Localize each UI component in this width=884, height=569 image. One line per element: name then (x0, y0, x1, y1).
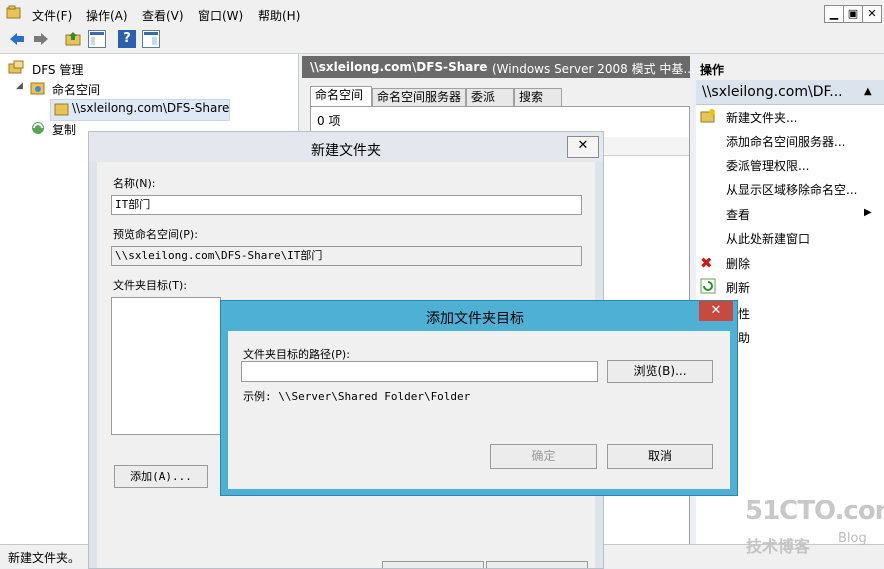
browse-button[interactable]: 浏览(B)... (607, 360, 713, 383)
name-input[interactable]: IT部门 (111, 195, 582, 215)
new-folder-title: 新建文件夹 (311, 143, 381, 159)
collapse-arrow-icon[interactable]: ◢ (16, 81, 23, 91)
action-properties[interactable]: 性 (738, 305, 750, 322)
action-view[interactable]: 查看 (726, 206, 750, 223)
name-label: 名称(N): (113, 177, 156, 190)
action-remove-namespace[interactable]: 从显示区域移除命名空... (726, 181, 857, 198)
show-hide-tree-icon[interactable] (88, 30, 106, 48)
action-help[interactable]: 助 (738, 329, 750, 346)
watermark-blog: Blog (838, 531, 867, 546)
toolbar: ? (0, 27, 884, 54)
minimize-button[interactable]: ▁ (824, 5, 844, 23)
item-count: 0 项 (317, 114, 341, 128)
new-folder-icon (700, 108, 716, 124)
actions-title: 操作 (700, 63, 725, 77)
menu-action[interactable]: 操作(A) (86, 7, 128, 24)
tree-item-namespace[interactable]: \\sxleilong.com\DFS-Share (72, 101, 229, 115)
up-folder-icon[interactable] (64, 30, 82, 48)
tree-item-dfs-management[interactable]: DFS 管理 (32, 61, 83, 78)
folder-targets-label: 文件夹目标(T): (113, 279, 188, 292)
close-button[interactable]: ✕ (862, 5, 882, 23)
replication-icon (30, 120, 46, 136)
action-refresh[interactable]: 刷新 (726, 279, 750, 296)
preview-field: \\sxleilong.com\DFS-Share\IT部门 (111, 246, 582, 266)
collapse-up-icon[interactable]: ▲ (864, 86, 872, 97)
middle-pane-header: \\sxleilong.com\DFS-Share (Windows Serve… (302, 56, 695, 78)
add-target-close-button[interactable]: ✕ (699, 301, 733, 321)
status-text: 新建文件夹。 (8, 551, 81, 565)
tab-search[interactable]: 搜索 (514, 88, 562, 107)
tab-namespace-servers[interactable]: 命名空间服务器 (372, 88, 466, 107)
target-path-input[interactable] (241, 361, 598, 382)
dfs-management-icon (8, 60, 24, 76)
add-target-button[interactable]: 添加(A)... (114, 465, 208, 488)
new-folder-close-button[interactable]: ✕ (567, 136, 599, 158)
folder-targets-list[interactable] (111, 297, 221, 435)
tree-item-replication[interactable]: 复制 (52, 121, 76, 138)
restore-button[interactable]: ▣ (843, 5, 863, 23)
middle-title: \\sxleilong.com\DFS-Share (310, 60, 488, 74)
forward-icon[interactable] (32, 30, 50, 48)
namespaces-icon (30, 80, 46, 96)
target-path-label: 文件夹目标的路径(P): (243, 348, 350, 361)
tree-item-namespaces[interactable]: 命名空间 (52, 81, 100, 98)
action-new-window[interactable]: 从此处新建窗口 (726, 230, 810, 247)
action-add-namespace-server[interactable]: 添加命名空间服务器... (726, 133, 845, 150)
help-icon[interactable]: ? (118, 30, 136, 48)
show-hide-action-pane-icon[interactable] (142, 30, 160, 48)
menu-bar: 文件(F) 操作(A) 查看(V) 窗口(W) 帮助(H) ▁ ▣ ✕ (0, 0, 884, 27)
add-target-title: 添加文件夹目标 (426, 311, 524, 327)
back-icon[interactable] (8, 30, 26, 48)
menu-view[interactable]: 查看(V) (142, 7, 184, 24)
tab-delegation[interactable]: 委派 (466, 88, 514, 107)
preview-label: 预览命名空间(P): (113, 228, 198, 241)
menu-file[interactable]: 文件(F) (32, 7, 72, 24)
tab-namespace[interactable]: 命名空间 (310, 86, 372, 107)
action-delegate-permissions[interactable]: 委派管理权限... (726, 157, 809, 174)
app-icon (6, 5, 22, 21)
actions-section-header[interactable]: \\sxleilong.com\DF... ▲ (696, 80, 884, 105)
namespace-folder-icon (54, 101, 70, 117)
submenu-arrow-icon: ▶ (864, 207, 872, 218)
menu-window[interactable]: 窗口(W) (198, 7, 243, 24)
actions-header: 操作 (696, 56, 884, 81)
watermark-sub: 技术博客 (746, 537, 811, 556)
refresh-icon (700, 278, 716, 294)
menu-help[interactable]: 帮助(H) (258, 7, 300, 24)
middle-subtitle: (Windows Server 2008 模式 中基... (492, 62, 695, 76)
example-text: 示例: \\Server\Shared Folder\Folder (243, 390, 471, 403)
action-delete[interactable]: 删除 (726, 255, 750, 272)
cancel-button[interactable]: 取消 (607, 444, 713, 469)
watermark-site: 51CTO.com (745, 496, 884, 526)
delete-icon: ✖ (700, 254, 713, 272)
action-new-folder[interactable]: 新建文件夹... (726, 109, 797, 126)
new-folder-titlebar: 新建文件夹 ✕ (89, 132, 603, 162)
actions-section-title: \\sxleilong.com\DF... (702, 84, 843, 100)
ok-button[interactable]: 确定 (490, 444, 597, 469)
